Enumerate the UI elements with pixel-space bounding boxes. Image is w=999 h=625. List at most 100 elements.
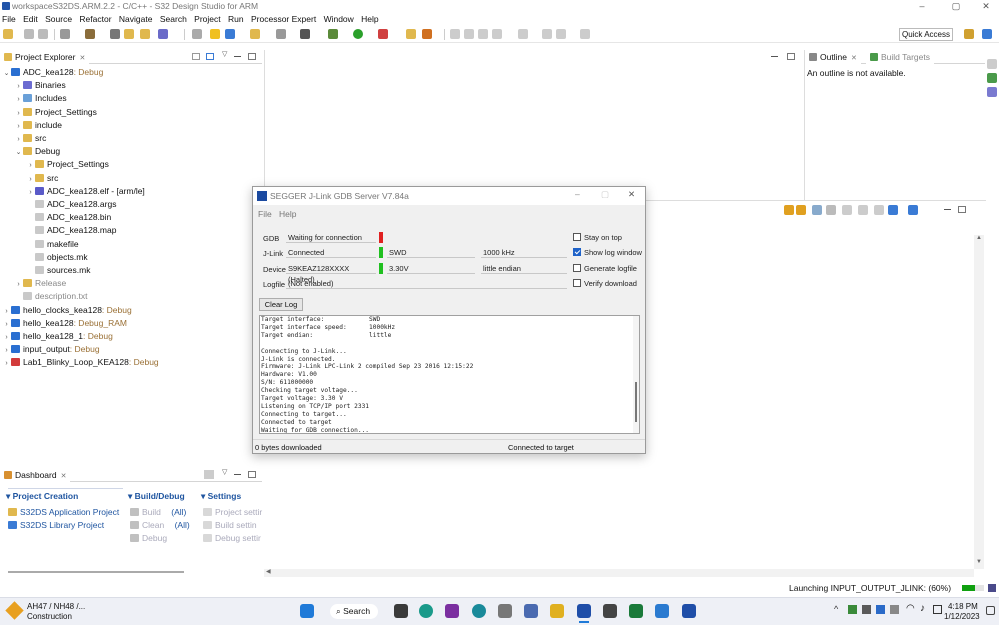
close-icon[interactable]: ✕ (851, 55, 857, 62)
minimize-button[interactable]: – (911, 0, 933, 12)
paint-icon[interactable] (655, 604, 669, 618)
minimize-icon[interactable] (234, 56, 241, 57)
annotation-icon[interactable] (450, 29, 460, 39)
refresh-icon[interactable] (192, 29, 202, 39)
tree-item[interactable]: › hello_kea128_1: Debug (2, 330, 112, 344)
clear-console-icon[interactable] (826, 205, 836, 215)
view-menu-icon[interactable]: ▽ (222, 468, 227, 476)
debug-config-icon[interactable] (158, 29, 168, 39)
block-selection-icon[interactable] (478, 29, 488, 39)
menu-source[interactable]: Source (45, 14, 72, 24)
bug-debug-icon[interactable] (328, 29, 338, 39)
dialog-menu-help[interactable]: Help (279, 209, 296, 219)
generate-logfile-checkbox[interactable] (573, 264, 581, 272)
new-folder-icon[interactable] (250, 29, 260, 39)
chevron-right-icon[interactable]: › (2, 331, 11, 344)
tree-item[interactable]: › src (26, 172, 58, 185)
arrow-up-icon[interactable] (796, 205, 806, 215)
scroll-left-icon[interactable]: ◀ (266, 568, 271, 575)
generate-icon[interactable] (276, 29, 286, 39)
dashboard-scrollbar[interactable] (8, 571, 184, 573)
menu-refactor[interactable]: Refactor (79, 14, 111, 24)
settings-icon[interactable] (300, 29, 310, 39)
calculator-icon[interactable] (498, 604, 512, 618)
back-icon[interactable] (556, 29, 566, 39)
link-qualifier[interactable]: (All) (171, 507, 186, 517)
tab-outline[interactable]: Outline ✕ (805, 50, 861, 64)
tree-item[interactable]: › Includes (14, 92, 66, 105)
chevron-right-icon[interactable]: › (14, 107, 23, 120)
tasks-icon[interactable] (987, 73, 997, 83)
log-scroll-thumb[interactable] (635, 382, 637, 422)
stay-on-top-checkbox[interactable] (573, 233, 581, 241)
collapse-all-icon[interactable] (192, 53, 200, 60)
volume-icon[interactable]: ♪ (920, 603, 925, 614)
tray-device-icon[interactable] (862, 605, 871, 614)
dialog-maximize-button[interactable]: ▢ (601, 189, 609, 200)
tree-item[interactable]: ⌄ Debug (14, 145, 61, 159)
tray-display-icon[interactable] (890, 605, 899, 614)
file-explorer-icon[interactable] (550, 604, 564, 618)
open-type-icon[interactable] (406, 29, 416, 39)
tree-item[interactable]: › input_output: Debug (2, 343, 99, 357)
console-vertical-scrollbar[interactable]: ▲ ▼ (974, 235, 984, 569)
new-library-project-link[interactable]: S32DS Library Project (8, 520, 104, 530)
weather-subtitle[interactable]: Construction (27, 612, 72, 621)
clear-log-button[interactable]: Clear Log (259, 298, 303, 311)
editor-maximize-icon[interactable] (787, 53, 795, 60)
dialog-minimize-button[interactable]: – (575, 189, 580, 199)
scroll-down-icon[interactable]: ▼ (976, 559, 982, 565)
tree-item[interactable]: › Binaries (14, 79, 65, 93)
maximize-icon[interactable] (248, 53, 256, 60)
console-minimize-icon[interactable] (944, 209, 951, 210)
menu-processor-expert[interactable]: Processor Expert (251, 14, 316, 24)
progress-view-icon[interactable] (988, 584, 996, 592)
clean-icon[interactable] (110, 29, 120, 39)
new-application-project-link[interactable]: S32DS Application Project (8, 507, 119, 517)
build-all-link[interactable]: Build (All) (130, 507, 186, 517)
chevron-right-icon[interactable]: › (14, 80, 23, 93)
clean-all-link[interactable]: Clean (All) (130, 520, 190, 530)
tree-item[interactable]: sources.mk (26, 264, 90, 277)
project-settings-link[interactable]: Project settir (203, 507, 262, 517)
menu-file[interactable]: File (2, 14, 16, 24)
wifi-icon[interactable]: ◠ (906, 603, 915, 614)
onenote-icon[interactable] (445, 604, 459, 618)
external-tools-icon[interactable] (378, 29, 388, 39)
editor-minimize-icon[interactable] (771, 56, 778, 57)
tree-item[interactable]: › hello_kea128: Debug_RAM (2, 317, 127, 330)
chevron-down-icon[interactable]: ⌄ (2, 67, 11, 80)
quick-access-field[interactable]: Quick Access (899, 28, 953, 41)
close-button[interactable]: ✕ (975, 0, 997, 12)
dialog-close-button[interactable]: ✕ (628, 189, 635, 200)
debug-link[interactable]: Debug (130, 533, 167, 543)
chevron-right-icon[interactable]: › (2, 305, 11, 318)
import-icon[interactable] (140, 29, 150, 39)
chevron-right-icon[interactable]: › (26, 159, 35, 172)
tree-item[interactable]: › Release (14, 277, 66, 290)
clock-date[interactable]: 1/12/2023 (944, 612, 980, 621)
new-console-icon[interactable] (888, 205, 898, 215)
chevron-right-icon[interactable]: › (2, 344, 11, 357)
tree-item[interactable]: › include (14, 119, 62, 132)
processor-expert-icon[interactable] (225, 29, 235, 39)
maximize-button[interactable]: ▢ (945, 0, 967, 12)
debug-settings-link[interactable]: Debug settir (203, 533, 261, 543)
traffic-warning-icon[interactable] (5, 601, 24, 620)
chevron-down-icon[interactable]: ⌄ (14, 146, 23, 159)
chevron-right-icon[interactable]: › (14, 120, 23, 133)
menu-window[interactable]: Window (324, 14, 354, 24)
weather-title[interactable]: AH47 / NH48 /... (27, 602, 85, 611)
verify-download-checkbox[interactable] (573, 279, 581, 287)
run-icon[interactable] (353, 29, 363, 39)
properties-icon[interactable] (60, 29, 70, 39)
tab-dashboard[interactable]: Dashboard ✕ (0, 468, 71, 482)
task-view-icon[interactable] (394, 604, 408, 618)
tree-item[interactable]: › src (14, 132, 46, 145)
tree-item[interactable]: ADC_kea128.map (26, 224, 116, 237)
dialog-menu-file[interactable]: File (258, 209, 272, 219)
folder-open-icon[interactable] (124, 29, 134, 39)
open-console-icon[interactable] (908, 205, 918, 215)
jlink-icon[interactable] (577, 604, 591, 618)
tree-item[interactable]: › hello_clocks_kea128: Debug (2, 304, 131, 318)
